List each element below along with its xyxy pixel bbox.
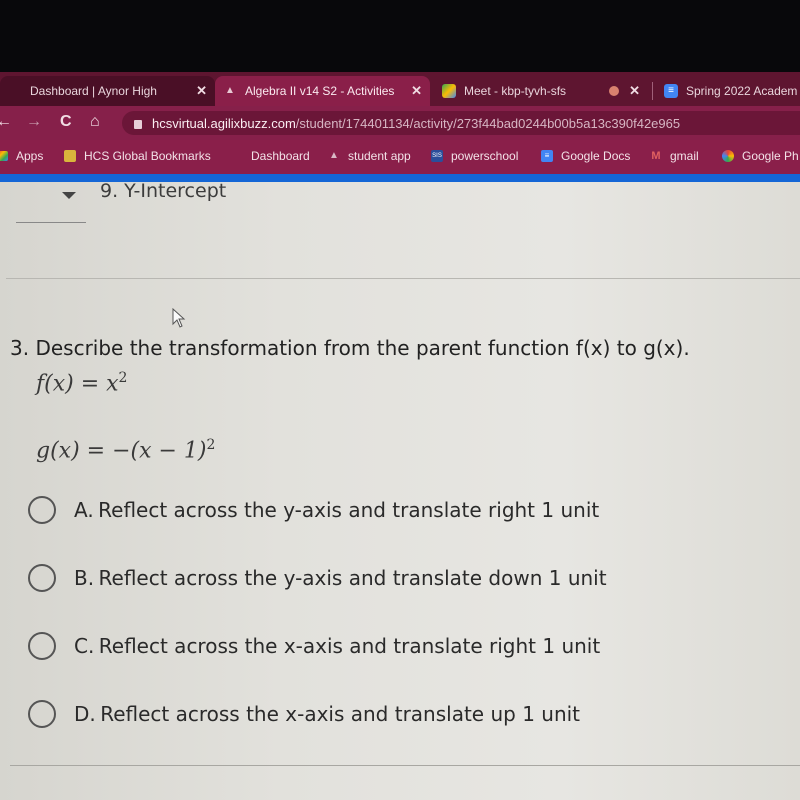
answer-option-b[interactable]: B. Reflect across the y-axis and transla… <box>28 564 607 592</box>
close-icon[interactable]: ✕ <box>629 83 640 99</box>
back-icon[interactable]: ← <box>0 113 12 131</box>
parent-function: f(x) = x2 <box>36 370 128 397</box>
radio-button[interactable] <box>28 564 56 592</box>
option-text: Reflect across the x-axis and translate … <box>98 634 601 658</box>
gmail-icon: M <box>651 150 661 162</box>
question-prompt: 3. Describe the transformation from the … <box>10 336 690 360</box>
mouse-cursor-icon <box>172 308 186 328</box>
buzz-logo-icon: ▲ <box>225 85 235 96</box>
forward-icon[interactable]: → <box>26 113 42 131</box>
option-letter: A. <box>74 498 94 522</box>
url-path: /student/174401134/activity/273f44bad024… <box>295 115 681 131</box>
buzz-logo-icon: ▲ <box>329 150 339 161</box>
bookmark-google-photos[interactable]: Google Ph <box>722 149 799 163</box>
radio-button[interactable] <box>28 496 56 524</box>
answer-option-d[interactable]: D. Reflect across the x-axis and transla… <box>28 700 580 728</box>
divider <box>10 765 800 766</box>
google-docs-icon: ≡ <box>541 150 553 162</box>
option-text: Reflect across the y-axis and translate … <box>98 498 600 522</box>
tab-title: Spring 2022 Academ <box>686 84 798 98</box>
recording-dot-icon <box>609 86 620 96</box>
tab-title: Dashboard | Aynor High <box>30 84 157 98</box>
address-toolbar: ← → C ⌂ hcsvirtual.agilixbuzz.com/studen… <box>0 106 800 140</box>
answer-option-c[interactable]: C. Reflect across the x-axis and transla… <box>28 632 600 660</box>
globe-icon <box>8 84 22 98</box>
lock-icon <box>134 119 142 129</box>
apps-grid-icon <box>0 151 8 161</box>
bookmark-google-docs[interactable]: ≡ Google Docs <box>541 149 630 163</box>
activity-page: 9. Y-Intercept 3. Describe the transform… <box>0 180 800 800</box>
home-icon[interactable]: ⌂ <box>90 113 100 131</box>
bookmark-student-app[interactable]: ▲ student app <box>328 149 411 163</box>
caret-down-icon[interactable] <box>62 192 76 199</box>
bookmark-gmail[interactable]: M gmail <box>650 149 698 163</box>
tab-dashboard[interactable]: Dashboard | Aynor High ✕ <box>0 76 215 106</box>
url-input[interactable]: hcsvirtual.agilixbuzz.com/student/174401… <box>122 111 800 135</box>
bookmark-dashboard[interactable]: Dashboard <box>251 149 310 163</box>
tab-title: Meet - kbp-tyvh-sfs <box>464 84 567 98</box>
divider <box>6 278 800 279</box>
tab-meet[interactable]: Meet - kbp-tyvh-sfs ✕ <box>434 76 648 106</box>
google-docs-icon: ≡ <box>664 84 678 98</box>
option-letter: D. <box>74 702 96 726</box>
meet-icon <box>442 84 456 98</box>
tab-spring-2022[interactable]: ≡ Spring 2022 Academ <box>656 76 800 106</box>
option-text: Reflect across the y-axis and translate … <box>98 566 607 590</box>
google-photos-icon <box>722 150 734 162</box>
close-icon[interactable]: ✕ <box>411 83 422 99</box>
answer-option-a[interactable]: A. Reflect across the y-axis and transla… <box>28 496 599 524</box>
question-number: 3. <box>10 336 30 360</box>
bookmark-powerschool[interactable]: SIS powerschool <box>431 149 518 163</box>
tab-bar: Dashboard | Aynor High ✕ ▲ Algebra II v1… <box>0 72 800 106</box>
radio-button[interactable] <box>28 700 56 728</box>
bookmark-apps[interactable]: Apps <box>0 149 43 163</box>
reload-icon[interactable]: C <box>60 113 72 131</box>
powerschool-sis-icon: SIS <box>431 150 443 162</box>
option-letter: C. <box>74 634 95 658</box>
close-icon[interactable]: ✕ <box>196 83 207 99</box>
folder-icon <box>64 150 76 162</box>
radio-button[interactable] <box>28 632 56 660</box>
tab-algebra[interactable]: ▲ Algebra II v14 S2 - Activities ✕ <box>215 76 430 106</box>
previous-question-item[interactable]: 9. Y-Intercept <box>100 180 226 202</box>
option-text: Reflect across the x-axis and translate … <box>100 702 581 726</box>
tab-divider <box>652 82 653 100</box>
divider <box>16 222 86 223</box>
tab-title: Algebra II v14 S2 - Activities <box>245 84 395 98</box>
url-host: hcsvirtual.agilixbuzz.com <box>152 115 296 131</box>
transformed-function: g(x) = −(x − 1)2 <box>36 437 216 464</box>
question-text: Describe the transformation from the par… <box>35 336 690 360</box>
option-letter: B. <box>74 566 95 590</box>
bookmarks-bar: Apps HCS Global Bookmarks Dashboard ▲ st… <box>0 140 800 174</box>
screen-bezel <box>0 0 800 72</box>
bookmark-hcs-global[interactable]: HCS Global Bookmarks <box>64 149 211 163</box>
